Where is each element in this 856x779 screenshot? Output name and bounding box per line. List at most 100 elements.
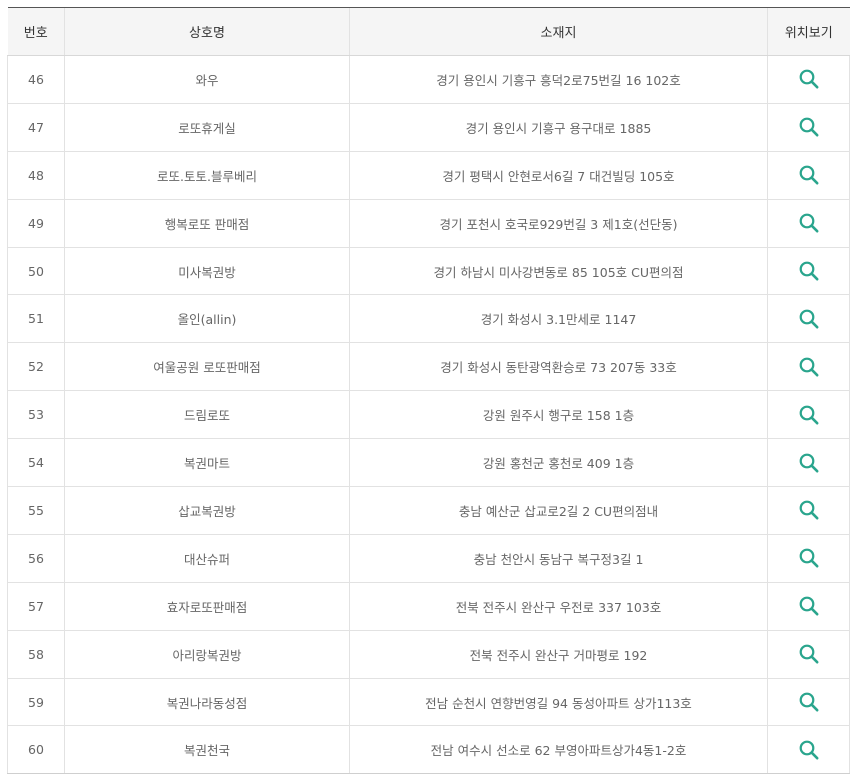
row-store-name: 삽교복권방 [64,486,350,535]
row-number: 46 [7,55,65,104]
row-store-name: 올인(allin) [64,294,350,344]
location-view-button[interactable] [798,404,820,426]
row-location-cell [767,199,850,248]
location-view-button[interactable] [798,164,820,186]
location-view-button[interactable] [798,595,820,617]
table-row: 48 로또.토토.블루베리 경기 평택시 안현로서6길 7 대건빌딩 105호 [7,151,850,200]
row-number: 59 [7,678,65,727]
row-location-cell [767,342,850,392]
table-row: 60 복권천국 전남 여수시 선소로 62 부영아파트상가4동1-2호 [7,725,850,775]
row-location-cell [767,103,850,152]
table-row: 58 아리랑복권방 전북 전주시 완산구 거마평로 192 [7,630,850,679]
row-number: 58 [7,630,65,679]
table-body: 46 와우 경기 용인시 기흥구 흥덕2로75번길 16 102호 47 로또휴… [7,55,850,775]
location-view-button[interactable] [798,212,820,234]
location-view-button[interactable] [798,452,820,474]
row-address: 경기 화성시 3.1만세로 1147 [349,294,768,344]
search-icon [799,692,819,712]
search-icon [799,309,819,329]
location-view-button[interactable] [798,691,820,713]
row-location-cell [767,55,850,104]
search-icon [799,501,819,520]
table-row: 53 드림로또 강원 원주시 행구로 158 1층 [7,390,850,440]
search-icon [799,453,819,473]
row-address: 경기 평택시 안현로서6길 7 대건빌딩 105호 [349,151,768,200]
row-location-cell [767,725,850,775]
row-number: 52 [7,342,65,392]
row-store-name: 로또휴게실 [64,103,350,152]
location-view-button[interactable] [798,308,820,330]
search-icon [799,357,819,377]
table-row: 49 행복로또 판매점 경기 포천시 호국로929번길 3 제1호(선단동) [7,199,850,248]
row-store-name: 효자로또판매점 [64,582,350,631]
store-table: 번호 상호명 소재지 위치보기 46 와우 경기 용인시 기흥구 흥덕2로75번… [7,7,850,775]
location-view-button[interactable] [798,260,820,282]
location-view-button[interactable] [798,68,820,90]
row-location-cell [767,534,850,583]
header-store-name: 상호명 [64,7,350,56]
row-address: 전남 순천시 연향번영길 94 동성아파트 상가113호 [349,678,768,727]
row-number: 50 [7,247,65,296]
row-location-cell [767,486,850,535]
row-number: 55 [7,486,65,535]
row-address: 강원 홍천군 홍천로 409 1층 [349,438,768,488]
row-location-cell [767,438,850,488]
row-address: 충남 천안시 동남구 복구정3길 1 [349,534,768,583]
search-icon [799,596,819,616]
row-location-cell [767,678,850,727]
location-view-button[interactable] [798,116,820,138]
row-location-cell [767,630,850,679]
row-location-cell [767,294,850,344]
row-number: 57 [7,582,65,631]
location-view-button[interactable] [798,499,820,521]
row-store-name: 행복로또 판매점 [64,199,350,248]
row-location-cell [767,582,850,631]
row-number: 49 [7,199,65,248]
table-row: 55 삽교복권방 충남 예산군 삽교로2길 2 CU편의점내 [7,486,850,535]
row-number: 60 [7,725,65,775]
location-view-button[interactable] [798,643,820,665]
search-icon [799,70,819,89]
row-store-name: 로또.토토.블루베리 [64,151,350,200]
table-row: 50 미사복권방 경기 하남시 미사강변동로 85 105호 CU편의점 [7,247,850,296]
row-address: 강원 원주시 행구로 158 1층 [349,390,768,440]
location-view-button[interactable] [798,547,820,569]
row-store-name: 대산슈퍼 [64,534,350,583]
row-address: 충남 예산군 삽교로2길 2 CU편의점내 [349,486,768,535]
row-number: 53 [7,390,65,440]
table-header: 번호 상호명 소재지 위치보기 [7,7,850,56]
search-icon [799,165,819,185]
search-icon [799,405,819,425]
header-location: 위치보기 [767,7,850,56]
table-row: 51 올인(allin) 경기 화성시 3.1만세로 1147 [7,294,850,344]
row-store-name: 아리랑복권방 [64,630,350,679]
row-address: 경기 용인시 기흥구 흥덕2로75번길 16 102호 [349,55,768,104]
search-icon [799,117,819,137]
row-number: 56 [7,534,65,583]
row-location-cell [767,151,850,200]
row-store-name: 복권마트 [64,438,350,488]
store-list: 번호 상호명 소재지 위치보기 46 와우 경기 용인시 기흥구 흥덕2로75번… [7,7,850,775]
row-store-name: 복권천국 [64,725,350,775]
row-store-name: 미사복권방 [64,247,350,296]
table-row: 57 효자로또판매점 전북 전주시 완산구 우전로 337 103호 [7,582,850,631]
row-store-name: 여울공원 로또판매점 [64,342,350,392]
search-icon [799,213,819,233]
header-number: 번호 [7,7,65,56]
header-row: 번호 상호명 소재지 위치보기 [7,7,850,56]
search-icon [799,740,819,760]
row-address: 경기 포천시 호국로929번길 3 제1호(선단동) [349,199,768,248]
location-view-button[interactable] [798,739,820,761]
row-number: 54 [7,438,65,488]
row-location-cell [767,390,850,440]
table-row: 56 대산슈퍼 충남 천안시 동남구 복구정3길 1 [7,534,850,583]
row-number: 48 [7,151,65,200]
header-address: 소재지 [349,7,768,56]
search-icon [799,261,819,281]
table-row: 47 로또휴게실 경기 용인시 기흥구 용구대로 1885 [7,103,850,152]
row-address: 경기 용인시 기흥구 용구대로 1885 [349,103,768,152]
row-address: 경기 하남시 미사강변동로 85 105호 CU편의점 [349,247,768,296]
row-location-cell [767,247,850,296]
location-view-button[interactable] [798,356,820,378]
row-number: 47 [7,103,65,152]
